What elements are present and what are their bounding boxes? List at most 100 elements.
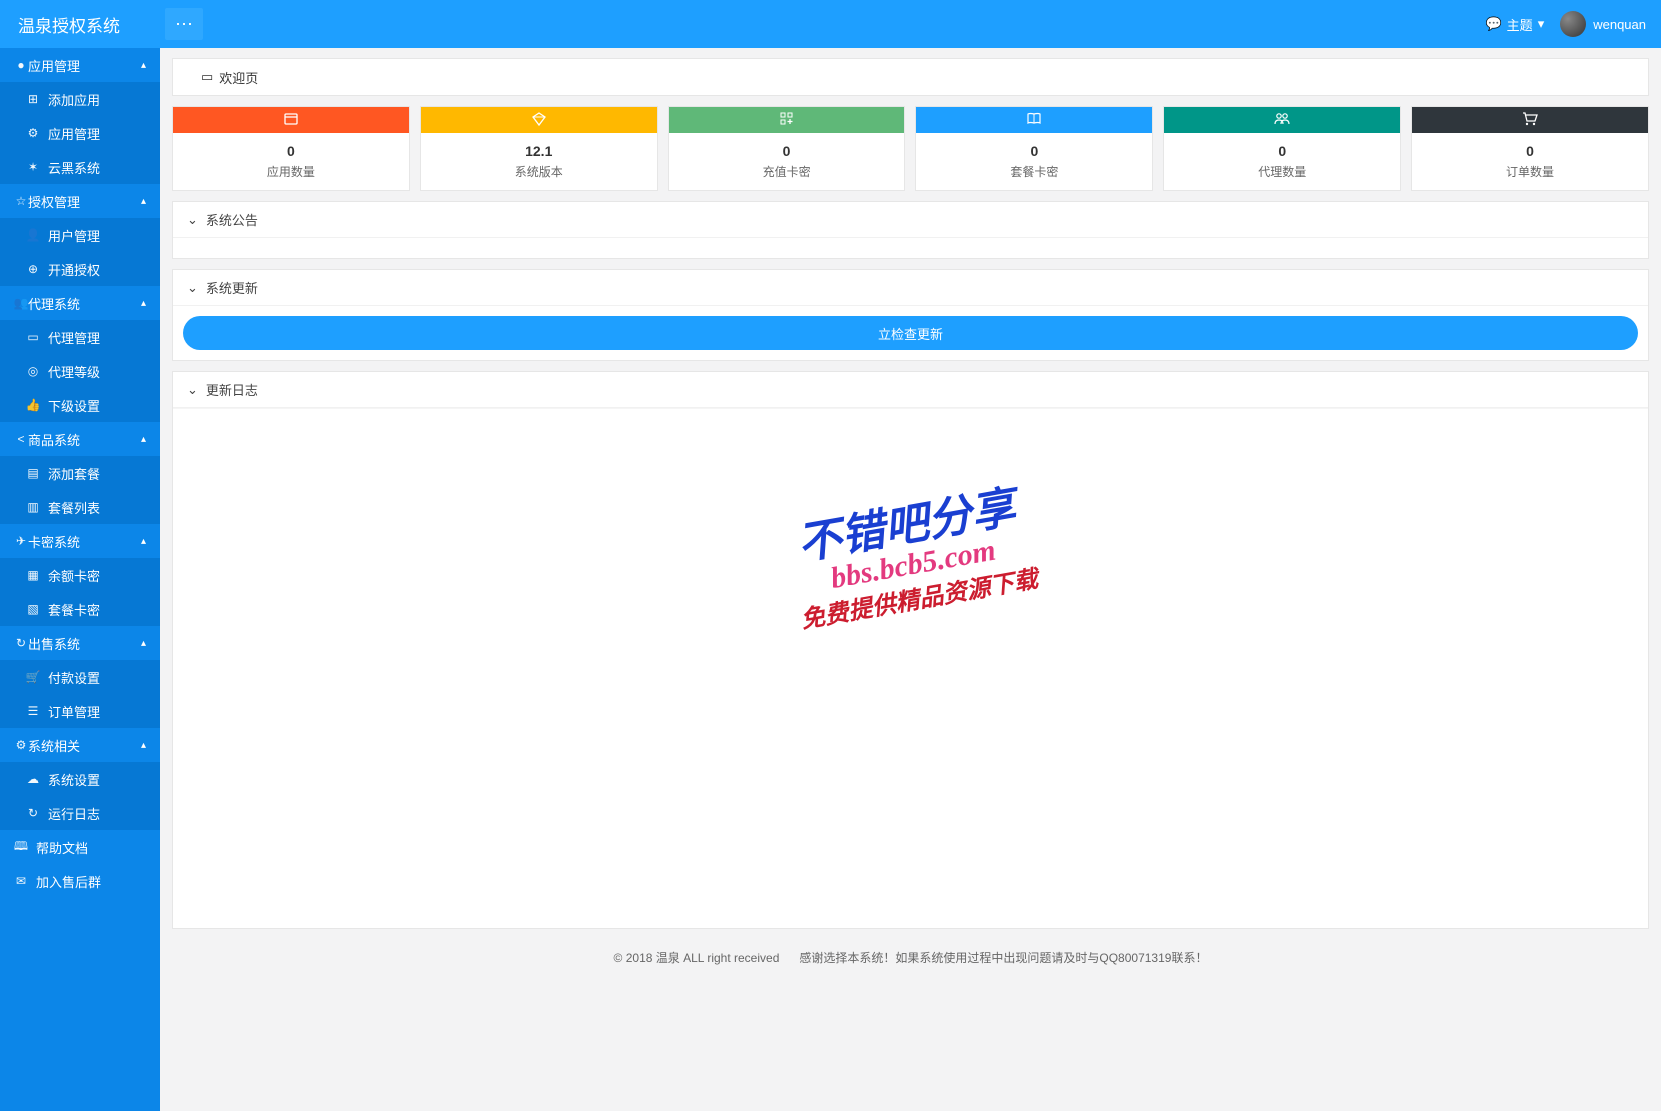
nav-item-icon: 👍 bbox=[26, 398, 40, 412]
users-icon bbox=[1274, 111, 1290, 130]
nav-item-6-0[interactable]: ☁系统设置 bbox=[0, 762, 160, 796]
nav-item-0-0[interactable]: ⊞添加应用 bbox=[0, 82, 160, 116]
panel-announce: ⌄ 系统公告 bbox=[172, 201, 1649, 259]
nav-item-4-0[interactable]: ▦ 余额卡密 bbox=[0, 558, 160, 592]
nav-item-label: 添加套餐 bbox=[48, 464, 100, 483]
nav-group-icon: ☆ bbox=[14, 194, 28, 208]
nav-item-2-0[interactable]: ▭代理管理 bbox=[0, 320, 160, 354]
nav-item-label: 开通授权 bbox=[48, 260, 100, 279]
nav-link-icon: 🕮 bbox=[14, 837, 28, 858]
stat-cards: 0应用数量12.1系统版本0充值卡密0套餐卡密0代理数量0订单数量 bbox=[160, 96, 1661, 201]
tab-label: 欢迎页 bbox=[219, 68, 258, 87]
nav-item-icon: ▦ bbox=[26, 568, 40, 582]
nav-item-2-2[interactable]: 👍下级设置 bbox=[0, 388, 160, 422]
stat-value: 12.1 bbox=[421, 143, 657, 159]
stat-label: 系统版本 bbox=[421, 163, 657, 180]
watermark-line2: bbs.bcb5.com bbox=[792, 527, 1034, 602]
nav-item-label: 付款设置 bbox=[48, 668, 100, 687]
nav-item-1-0[interactable]: 👤用户管理 bbox=[0, 218, 160, 252]
stat-icon-bar bbox=[173, 107, 409, 133]
theme-button[interactable]: 💬 主题 ▾ bbox=[1485, 15, 1544, 34]
panel-head-announce[interactable]: ⌄ 系统公告 bbox=[173, 202, 1648, 238]
panel-body-update: 立检查更新 bbox=[173, 306, 1648, 360]
panel-changelog: ⌄ 更新日志 不错吧分享 bbs.bcb5.com 免费提供精品资源下载 bbox=[172, 371, 1649, 929]
nav-item-0-2[interactable]: ✶云黑系统 bbox=[0, 150, 160, 184]
nav-item-icon: ▥ bbox=[26, 500, 40, 514]
stat-label: 充值卡密 bbox=[669, 163, 905, 180]
theme-label: 主题 bbox=[1507, 15, 1533, 34]
chevron-up-icon: ▴ bbox=[141, 298, 146, 309]
nav-item-5-0[interactable]: 🛒付款设置 bbox=[0, 660, 160, 694]
stat-body: 0订单数量 bbox=[1412, 133, 1648, 190]
panel-body-announce bbox=[173, 238, 1648, 258]
nav-item-label: 套餐卡密 bbox=[48, 600, 100, 619]
watermark-line3: 免费提供精品资源下载 bbox=[797, 559, 1039, 635]
nav-item-6-1[interactable]: ↻ 运行日志 bbox=[0, 796, 160, 830]
nav-item-label: 订单管理 bbox=[48, 702, 100, 721]
nav-item-0-1[interactable]: ⚙应用管理 bbox=[0, 116, 160, 150]
nav-item-label: 添加应用 bbox=[48, 90, 100, 109]
nav-item-icon: 👤 bbox=[26, 228, 40, 242]
nav-item-icon: ☰ bbox=[26, 704, 40, 718]
nav-group-4[interactable]: ✈ 卡密系统▴ bbox=[0, 524, 160, 558]
nav-item-icon: ▭ bbox=[26, 330, 40, 344]
stat-card-2[interactable]: 0 充值卡密 bbox=[668, 106, 906, 191]
nav-group-6[interactable]: ⚙ 系统相关▴ bbox=[0, 728, 160, 762]
check-update-button[interactable]: 立检查更新 bbox=[183, 316, 1638, 350]
logo: 温泉授权系统 bbox=[0, 12, 160, 37]
stat-card-1[interactable]: 12.1 系统版本 bbox=[420, 106, 658, 191]
nav-link-1[interactable]: ✉ 加入售后群 bbox=[0, 864, 160, 898]
nav-item-4-1[interactable]: ▧套餐卡密 bbox=[0, 592, 160, 626]
nav-link-0[interactable]: 🕮帮助文档 bbox=[0, 830, 160, 864]
stat-value: 0 bbox=[669, 143, 905, 159]
nav-item-1-1[interactable]: ⊕开通授权 bbox=[0, 252, 160, 286]
nav-item-label: 运行日志 bbox=[48, 804, 100, 823]
sidebar-toggle-button[interactable]: ⋯ bbox=[165, 8, 203, 40]
user-menu-button[interactable]: wenquan bbox=[1560, 11, 1646, 37]
chevron-up-icon: ▴ bbox=[141, 60, 146, 71]
nav-item-5-1[interactable]: ☰ 订单管理 bbox=[0, 694, 160, 728]
nav-item-icon: ↻ bbox=[26, 806, 40, 820]
header: 温泉授权系统 ⋯ 💬 主题 ▾ wenquan bbox=[0, 0, 1661, 48]
nav-group-0[interactable]: ● 应用管理▴ bbox=[0, 48, 160, 82]
nav-group-2[interactable]: 👥 代理系统▴ bbox=[0, 286, 160, 320]
book-icon bbox=[1026, 111, 1042, 130]
stat-card-0[interactable]: 0应用数量 bbox=[172, 106, 410, 191]
panel-head-changelog[interactable]: ⌄ 更新日志 bbox=[173, 372, 1648, 408]
nav-item-3-0[interactable]: ▤添加套餐 bbox=[0, 456, 160, 490]
nav-group-label: 授权管理 bbox=[28, 192, 80, 211]
stat-body: 0应用数量 bbox=[173, 133, 409, 190]
stat-label: 套餐卡密 bbox=[916, 163, 1152, 180]
tab-welcome[interactable]: ▭ 欢迎页 bbox=[185, 59, 274, 95]
nav-item-3-1[interactable]: ▥ 套餐列表 bbox=[0, 490, 160, 524]
grid-plus-icon bbox=[779, 111, 795, 130]
stat-value: 0 bbox=[1164, 143, 1400, 159]
chevron-down-icon: ⌄ bbox=[187, 212, 198, 228]
nav-group-5[interactable]: ↻ 出售系统▴ bbox=[0, 626, 160, 660]
stat-body: 0 充值卡密 bbox=[669, 133, 905, 190]
nav-link-label: 加入售后群 bbox=[36, 872, 101, 891]
nav-item-label: 余额卡密 bbox=[48, 566, 100, 585]
nav-group-1[interactable]: ☆ 授权管理 ▴ bbox=[0, 184, 160, 218]
chevron-up-icon: ▴ bbox=[141, 536, 146, 547]
watermark-line1: 不错吧分享 bbox=[781, 469, 1028, 574]
stat-icon-bar bbox=[1412, 107, 1648, 133]
nav-group-3[interactable]: < 商品系统▴ bbox=[0, 422, 160, 456]
nav-item-2-1[interactable]: ◎代理等级 bbox=[0, 354, 160, 388]
nav-item-icon: ☁ bbox=[26, 772, 40, 786]
panel-title: 更新日志 bbox=[206, 380, 258, 399]
panel-head-update[interactable]: ⌄ 系统更新 bbox=[173, 270, 1648, 306]
stat-icon-bar bbox=[421, 107, 657, 133]
chat-icon: 💬 bbox=[1485, 16, 1501, 32]
nav-item-icon: ⚙ bbox=[26, 126, 40, 140]
stat-card-4[interactable]: 0代理数量 bbox=[1163, 106, 1401, 191]
stat-card-3[interactable]: 0套餐卡密 bbox=[915, 106, 1153, 191]
main-content: ▭ 欢迎页 0应用数量12.1系统版本0充值卡密0套餐卡密0代理数量0订单数量 … bbox=[160, 48, 1661, 1111]
nav-item-label: 套餐列表 bbox=[48, 498, 100, 517]
chevron-up-icon: ▴ bbox=[141, 740, 146, 751]
nav-link-icon: ✉ bbox=[14, 874, 28, 888]
panel-title: 系统公告 bbox=[206, 210, 258, 229]
stat-card-5[interactable]: 0订单数量 bbox=[1411, 106, 1649, 191]
nav-group-label: 系统相关 bbox=[28, 736, 80, 755]
chevron-up-icon: ▴ bbox=[141, 196, 146, 207]
